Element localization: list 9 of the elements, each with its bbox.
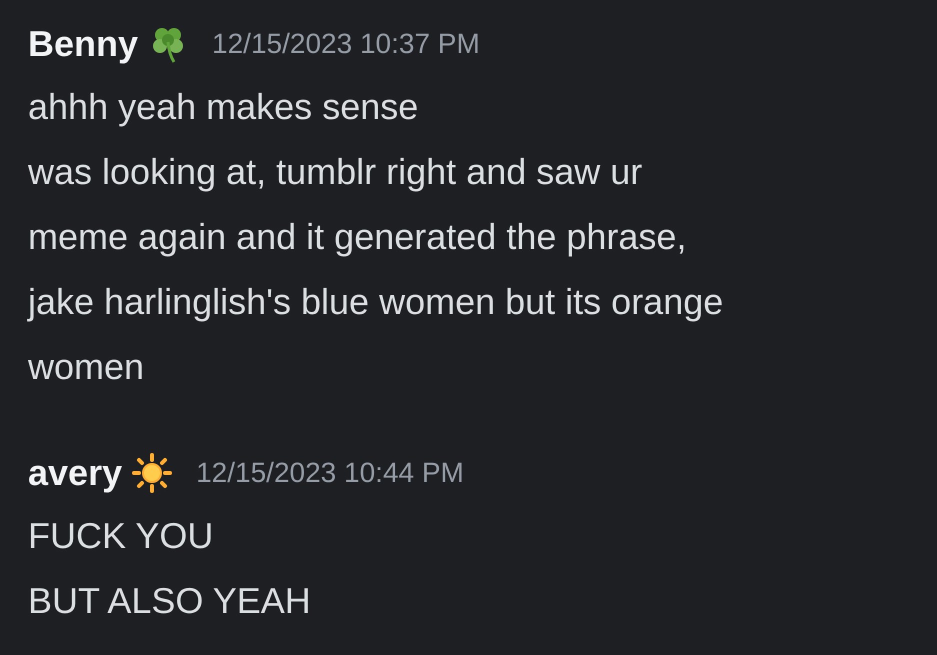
username[interactable]: Benny (28, 23, 138, 65)
message-text: FUCK YOU (28, 514, 214, 558)
message-text: BUT ALSO YEAH (28, 579, 312, 623)
message-text: ahhh yeah makes sense (28, 85, 420, 129)
sun-icon (132, 453, 172, 493)
timestamp: 12/15/2023 10:44 PM (196, 457, 464, 489)
username[interactable]: avery (28, 452, 122, 494)
timestamp: 12/15/2023 10:37 PM (212, 28, 480, 60)
message-text: was looking at, tumblr right and saw ur meme again and it generated the phrase, jake harlinglish's blue women but its orange women (28, 150, 724, 389)
